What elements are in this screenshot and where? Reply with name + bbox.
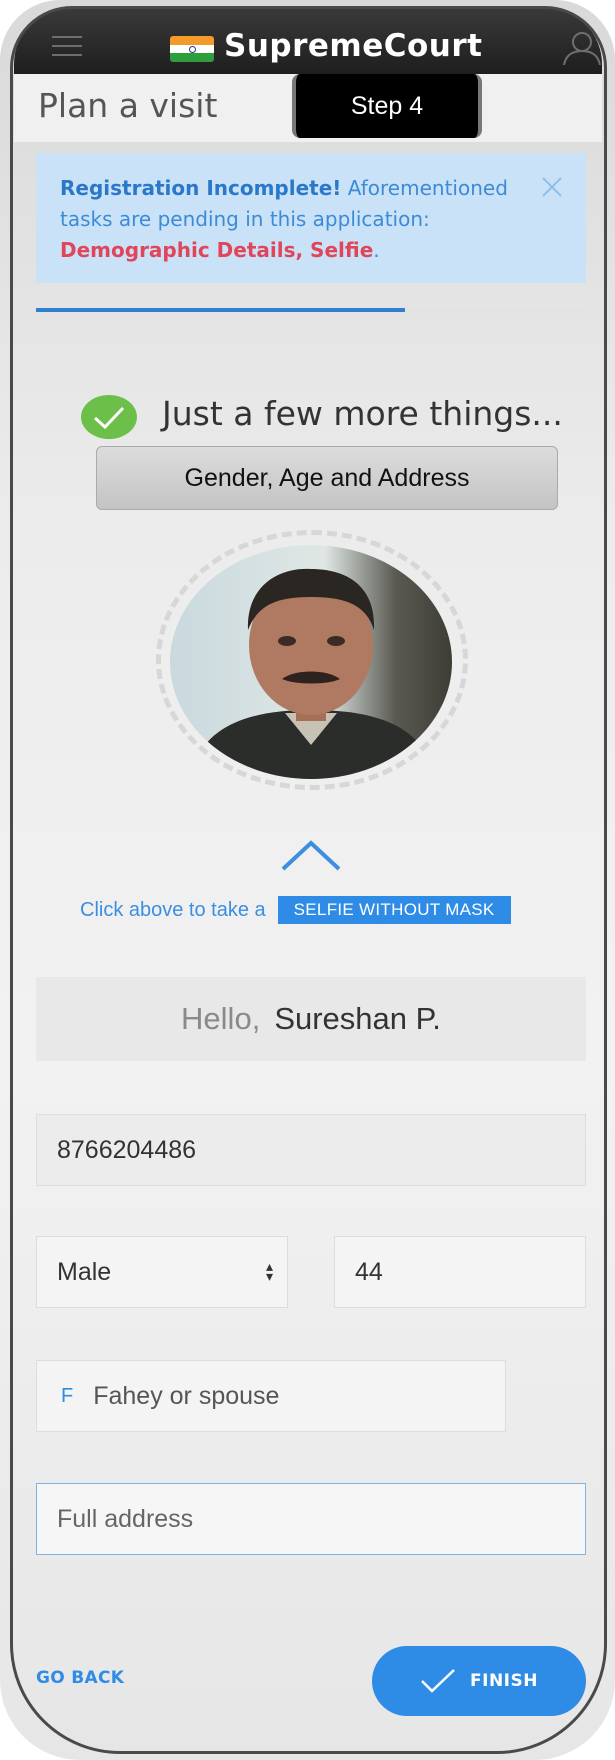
india-flag-icon [170, 36, 214, 62]
selfie-hint: Click above to take a SELFIE WITHOUT MAS… [80, 896, 511, 924]
selfie-pill: SELFIE WITHOUT MASK [277, 896, 511, 924]
phone-number-field[interactable]: 8766204486 [36, 1114, 586, 1186]
finish-button[interactable]: FINISH [372, 1646, 586, 1716]
step-badge: Step 4 [292, 74, 482, 138]
app-top-bar: SupremeCourt [14, 8, 602, 74]
app-title: SupremeCourt [224, 28, 483, 64]
hamburger-menu-icon[interactable] [52, 36, 82, 58]
page-title: Plan a visit [38, 86, 218, 125]
greeting-hello: Hello, [181, 1001, 261, 1036]
guardian-name-field[interactable]: F Fahey or spouse [36, 1360, 506, 1432]
alert-heading: Registration Incomplete! [60, 176, 342, 200]
select-arrows-icon: ▴ ▾ [265, 1258, 273, 1284]
address-field[interactable]: Full address [36, 1483, 586, 1555]
guardian-prefix: F [61, 1384, 74, 1407]
phone-frame: SupremeCourt Plan a visit Step 4 Registr… [0, 0, 615, 1760]
user-profile-icon[interactable] [562, 30, 602, 66]
tip-box: Gender, Age and Address [96, 446, 558, 510]
greeting-box: Hello, Sureshan P. [36, 977, 586, 1061]
phone-number-value: 8766204486 [57, 1135, 197, 1164]
selfie-photo[interactable] [170, 545, 452, 779]
gender-select[interactable]: Male ▴ ▾ [36, 1236, 288, 1308]
gender-value: Male [57, 1257, 112, 1286]
check-icon [421, 1669, 455, 1693]
progress-bar-fill [36, 308, 405, 312]
finish-label: FINISH [470, 1671, 538, 1691]
page-header: Plan a visit Step 4 [14, 74, 602, 142]
guardian-placeholder: Fahey or spouse [93, 1381, 280, 1410]
greeting-name: Sureshan P. [274, 1001, 441, 1036]
close-icon[interactable] [540, 175, 564, 199]
alert-pending-items: Demographic Details, Selfie [60, 238, 374, 262]
registration-alert: Registration Incomplete! Aforementioned … [36, 153, 586, 283]
chevron-up-icon[interactable] [280, 838, 342, 872]
selfie-hint-text: Click above to take a [80, 898, 266, 921]
progress-bar [36, 308, 586, 312]
intro-title: Just a few more things... [162, 394, 563, 433]
alert-suffix: . [373, 238, 380, 262]
go-back-button[interactable]: GO BACK [36, 1668, 124, 1688]
age-field[interactable]: 44 [334, 1236, 586, 1308]
check-circle-icon [81, 395, 137, 439]
address-placeholder: Full address [57, 1504, 194, 1533]
age-value: 44 [355, 1257, 383, 1286]
